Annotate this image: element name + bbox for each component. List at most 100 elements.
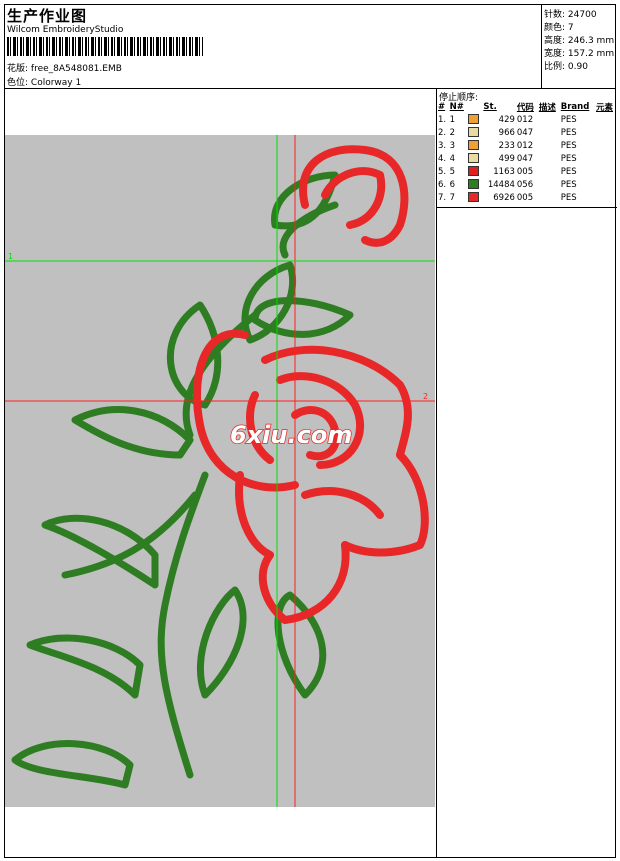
color-swatch-icon — [468, 114, 480, 125]
col-element: 元素 — [596, 103, 614, 113]
row-stitches: 499 — [498, 153, 515, 164]
row-needle: 6 — [449, 179, 456, 190]
table-row: 6. 6 14484 056 PES — [437, 178, 617, 191]
stats-divider — [541, 4, 542, 88]
row-stitches: 14484 — [487, 179, 515, 190]
bud-petal-inner — [321, 167, 386, 229]
row-element — [595, 126, 617, 139]
color-swatch-icon — [468, 153, 480, 164]
col-swatch — [467, 101, 482, 113]
row-stitches: 429 — [498, 114, 515, 125]
row-swatch — [467, 126, 482, 139]
row-code: 047 — [516, 127, 534, 138]
row-description — [538, 178, 560, 191]
colorway-label: 色位: — [7, 78, 29, 88]
design-file-value: free_8A548081.EMB — [30, 64, 122, 74]
table-row: 5. 5 1163 005 PES — [437, 165, 617, 178]
stat-stitches: 针数: 24700 — [544, 10, 597, 20]
row-swatch — [467, 113, 482, 126]
row-description — [538, 113, 560, 126]
row-brand: PES — [560, 140, 577, 151]
row-stitches: 233 — [498, 140, 515, 151]
row-index: 5. — [438, 166, 447, 177]
row-code: 012 — [516, 114, 534, 125]
bud-stem — [279, 201, 339, 259]
row-swatch — [467, 165, 482, 178]
col-stitches: St. — [483, 102, 497, 112]
row-brand: PES — [560, 166, 577, 177]
design-file-label: 花版: — [7, 64, 29, 74]
row-description — [538, 139, 560, 152]
row-swatch — [467, 152, 482, 165]
table-row: 2. 2 966 047 PES — [437, 126, 617, 139]
color-swatch-icon — [468, 166, 480, 177]
row-element — [595, 152, 617, 165]
software-name: Wilcom EmbroideryStudio — [7, 25, 124, 35]
col-code: 代码 — [516, 103, 534, 113]
table-row: 7. 7 6926 005 PES — [437, 191, 617, 204]
rose-petal-center-4 — [301, 487, 384, 519]
row-index: 4. — [438, 153, 447, 164]
row-needle: 3 — [449, 140, 456, 151]
row-description — [538, 191, 560, 204]
row-swatch — [467, 191, 482, 204]
row-stitches: 6926 — [493, 192, 515, 203]
row-index: 2. — [438, 127, 447, 138]
rose-petal-right — [341, 451, 429, 557]
row-index: 7. — [438, 192, 447, 203]
row-swatch — [467, 139, 482, 152]
row-description — [538, 126, 560, 139]
color-swatch-icon — [468, 140, 480, 151]
col-needle: N# — [449, 102, 464, 112]
stat-scale: 比例: 0.90 — [544, 62, 588, 72]
row-index: 1. — [438, 114, 447, 125]
watermark-text: 6xiu.com — [230, 421, 352, 449]
guide-label-1: 1 — [8, 252, 13, 261]
row-element — [595, 191, 617, 204]
row-brand: PES — [560, 179, 577, 190]
stop-sequence-table: # N# St. 代码 描述 Brand 元素 1. 1 429 012 PES 2. 2 9… — [437, 101, 617, 204]
color-swatch-icon — [468, 192, 480, 203]
stem-and-leaves — [11, 171, 354, 789]
row-swatch — [467, 178, 482, 191]
row-brand: PES — [560, 153, 577, 164]
row-element — [595, 139, 617, 152]
leaf-lower-left — [26, 634, 144, 699]
row-code: 005 — [516, 166, 534, 177]
row-needle: 7 — [449, 192, 456, 203]
table-row: 1. 1 429 012 PES — [437, 113, 617, 126]
row-brand: PES — [560, 127, 577, 138]
col-brand: Brand — [560, 102, 590, 112]
row-code: 056 — [516, 179, 534, 190]
row-needle: 2 — [449, 127, 456, 138]
row-needle: 5 — [449, 166, 456, 177]
color-swatch-icon — [468, 127, 480, 138]
row-element — [595, 165, 617, 178]
row-needle: 4 — [449, 153, 456, 164]
table-bottom-rule — [437, 207, 617, 208]
table-row: 4. 4 499 047 PES — [437, 152, 617, 165]
embroidery-design: 1 2 6xiu.com — [5, 135, 435, 807]
bud-petal-outer — [299, 145, 409, 247]
stat-width: 宽度: 157.2 mm — [544, 49, 615, 59]
table-row: 3. 3 233 012 PES — [437, 139, 617, 152]
page-title: 生产作业图 — [7, 7, 88, 25]
leaf-center — [197, 586, 247, 699]
color-swatch-icon — [468, 179, 480, 190]
design-file-line: 花版: free_8A548081.EMB — [7, 61, 122, 74]
row-index: 6. — [438, 179, 447, 190]
design-canvas[interactable]: 1 2 6xiu.com — [5, 135, 435, 807]
leaf-mid-left — [71, 406, 194, 459]
leaf-right — [251, 297, 354, 338]
leaf-bottom-left — [11, 740, 134, 789]
header-divider — [4, 88, 616, 89]
row-stitches: 1163 — [493, 166, 515, 177]
row-brand: PES — [560, 192, 577, 203]
row-element — [595, 113, 617, 126]
row-stitches: 966 — [498, 127, 515, 138]
barcode-icon — [7, 37, 203, 56]
row-code: 005 — [516, 192, 534, 203]
colorway-line: 色位: Colorway 1 — [7, 75, 81, 88]
row-index: 3. — [438, 140, 447, 151]
guide-label-2: 2 — [423, 392, 428, 401]
